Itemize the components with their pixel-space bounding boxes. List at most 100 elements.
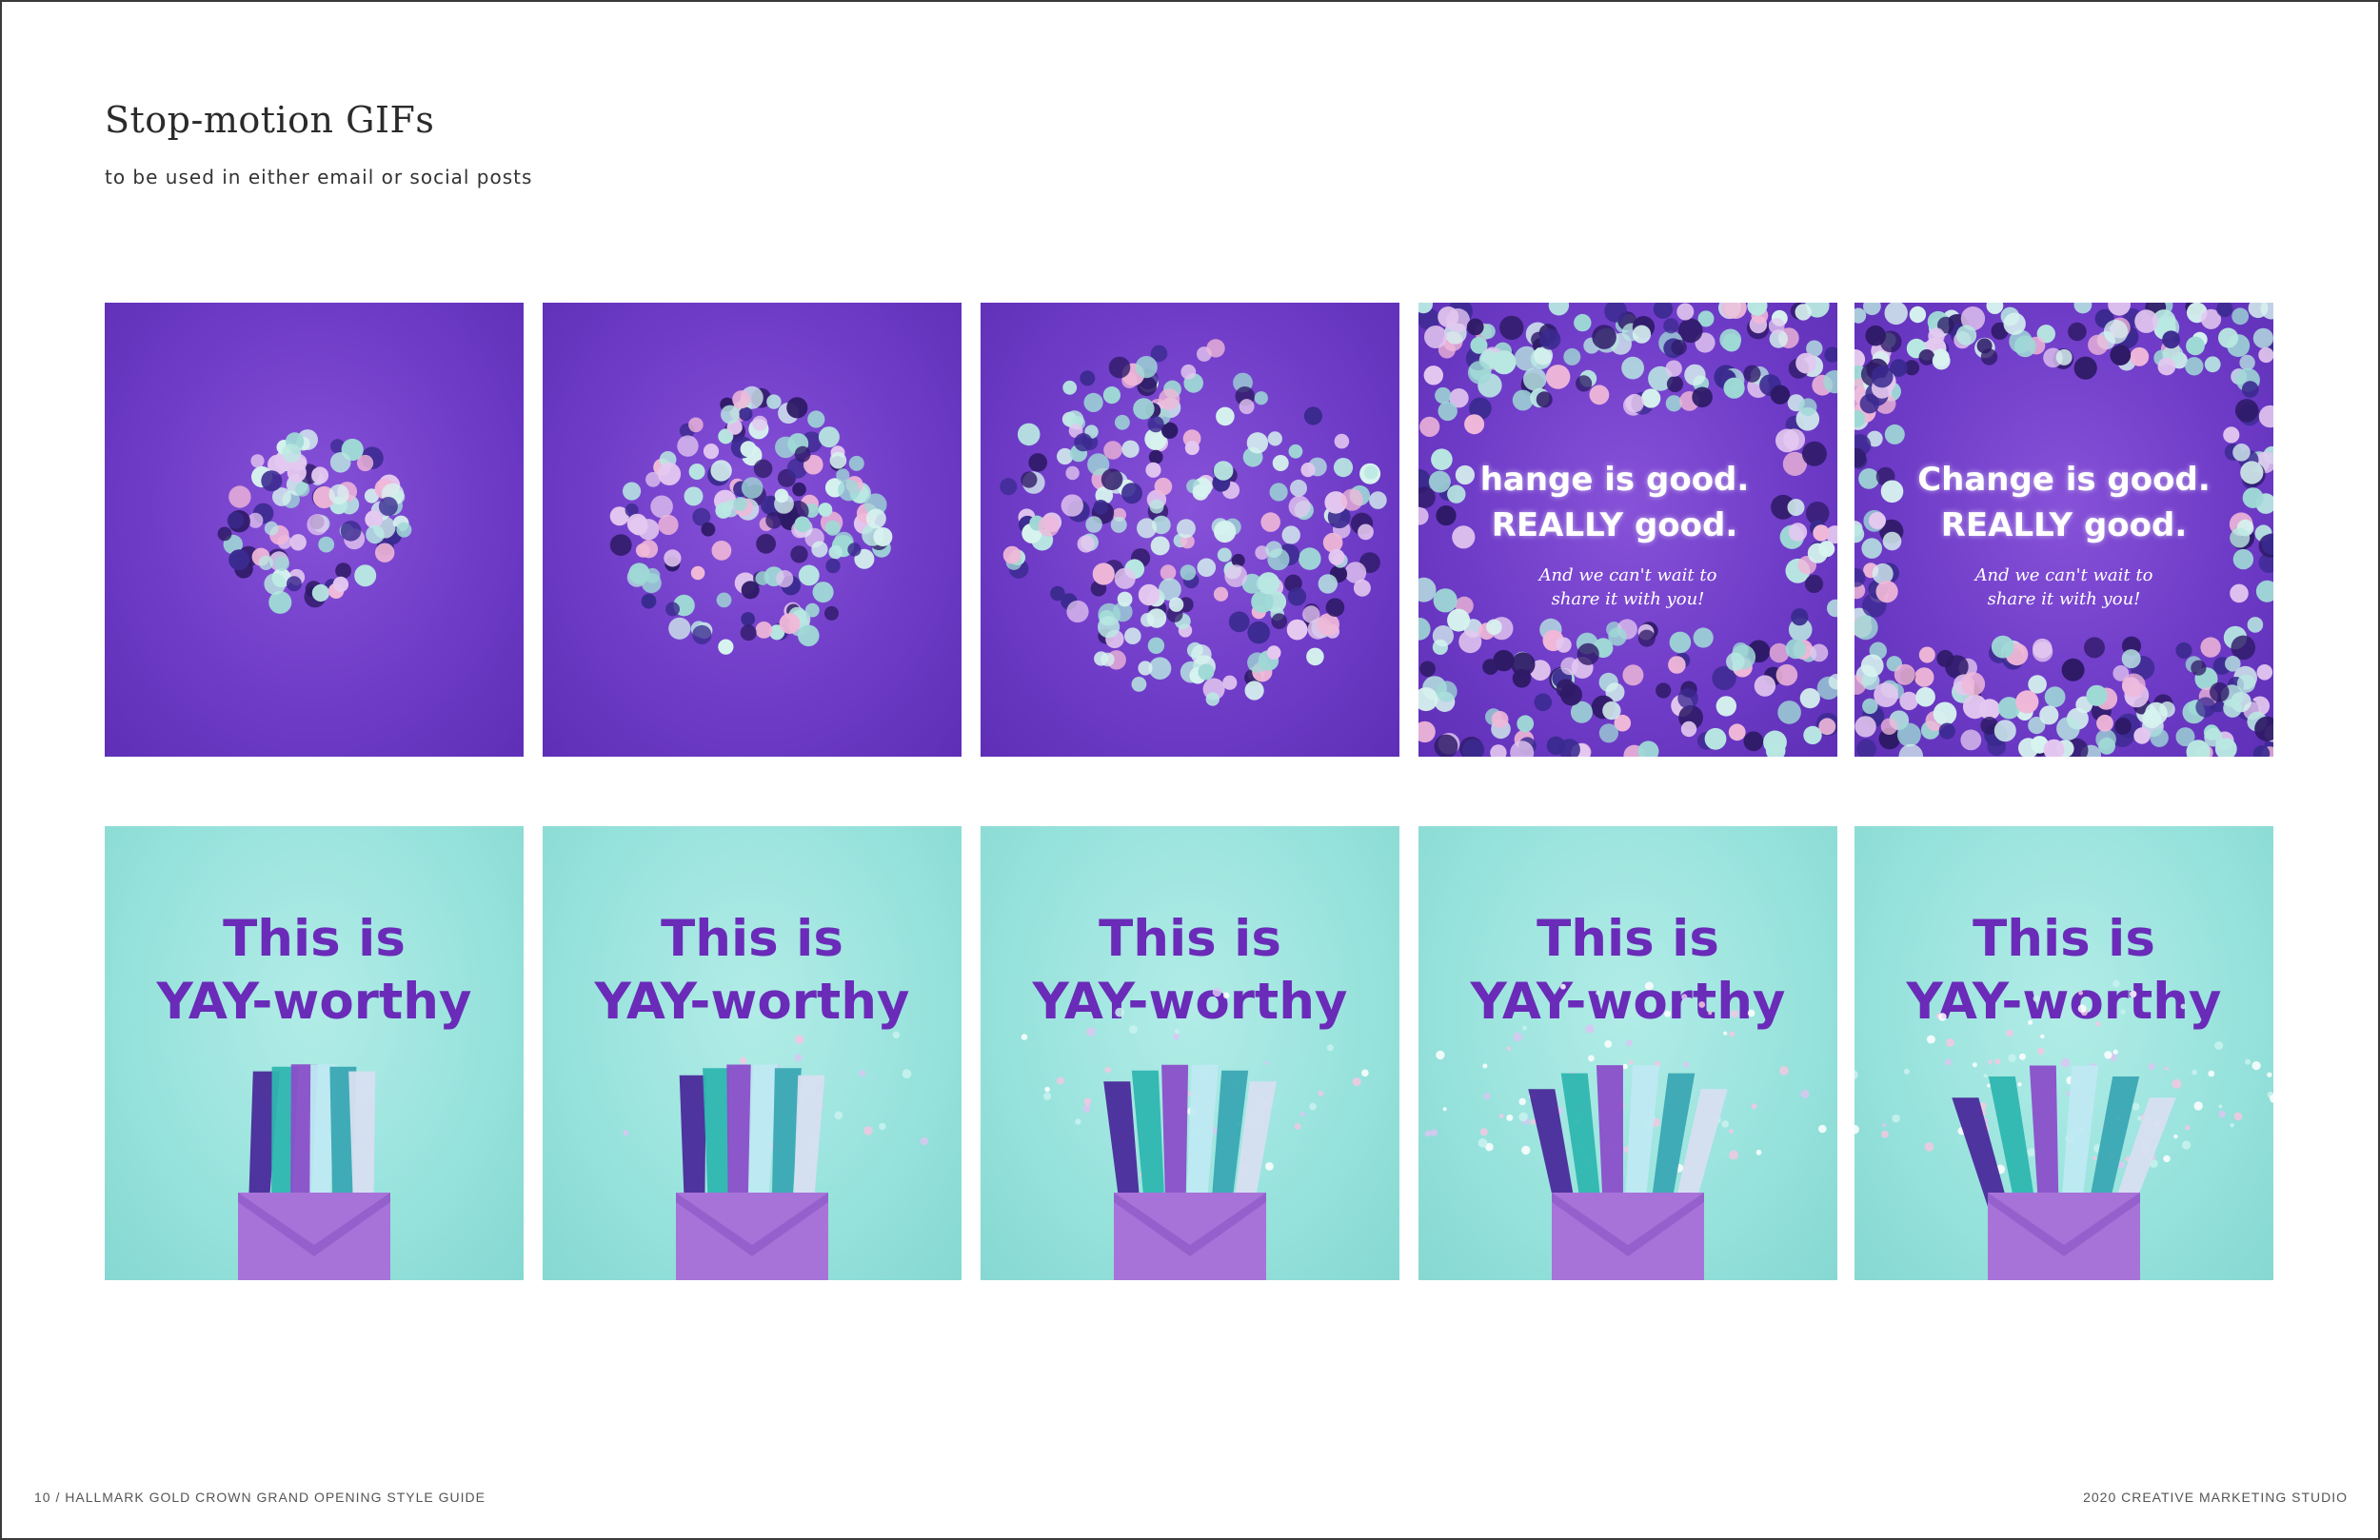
sparkle [1800,1089,1810,1098]
sparkle [863,1126,873,1135]
confetti-dot [1577,642,1599,665]
confetti-dot [1534,693,1553,712]
confetti-dot [1265,541,1282,558]
confetti-dot [1859,393,1880,414]
confetti-dot [1770,385,1791,405]
confetti-dot [798,564,820,586]
confetti-dot [1135,356,1158,379]
confetti-dot [329,452,351,473]
confetti-dot [1254,391,1268,405]
envelope-frame-2: This is YAY-worthy [543,826,962,1280]
confetti-dot [340,521,362,542]
confetti-dot [1914,667,1934,687]
confetti-dot [703,444,720,460]
confetti-dot [2162,330,2180,349]
confetti-dot [2234,399,2259,423]
confetti-dot [740,441,757,458]
confetti-dot [1798,398,1817,416]
confetti-dot [1676,303,1695,321]
confetti-dot [378,497,398,516]
confetti-dot [2084,637,2105,659]
sparkle [1506,1046,1512,1052]
confetti-dot [1918,646,1935,663]
confetti-dot [1768,318,1785,334]
confetti-dot [623,482,642,501]
envelope-body [238,1193,390,1280]
sparkle [1708,1011,1713,1016]
confetti-dot [2121,673,2146,698]
confetti-dot [721,405,740,424]
confetti-dot [873,527,893,546]
confetti-dot [1247,652,1268,673]
confetti-dot [1447,608,1471,632]
confetti-dot [609,534,632,556]
confetti-dot [2055,348,2073,365]
confetti-dot [1281,525,1300,544]
confetti-dot [1159,388,1180,410]
confetti-dot [282,444,302,464]
sparkle [1318,1090,1324,1096]
confetti-dot [2185,357,2204,376]
confetti-dot [2134,309,2158,333]
sparkle [1115,1007,1125,1017]
confetti-dot [1795,352,1816,374]
confetti-dot [1328,548,1345,565]
confetti-dot [1205,692,1220,706]
confetti-dot [264,521,279,536]
confetti-dot [1962,694,1988,720]
confetti-dot [1246,432,1269,454]
sparkle [2112,979,2120,988]
sparkle [1755,1149,1762,1155]
confetti-dot [668,617,691,640]
confetti-dot [798,624,820,647]
sparkle [1681,994,1688,1000]
confetti-dot [1290,479,1307,497]
confetti-dot [2056,717,2080,740]
sparkle [2173,1134,2178,1139]
sparkle [1265,1060,1270,1065]
sparkle [1442,1107,1447,1112]
sparkle [1622,1063,1628,1070]
sparkle [1521,1145,1531,1155]
confetti-dot [756,533,776,554]
confetti-dot [1874,682,1898,707]
confetti-dot [1637,740,1659,757]
sparkle [2218,1104,2223,1109]
confetti-dot [1854,615,1878,641]
confetti-dot [2061,658,2085,681]
sparkle [859,1070,866,1077]
sparkle [2180,1003,2187,1010]
sparkle [1903,1068,1910,1075]
confetti-dot [733,497,748,511]
confetti-dot [1854,716,1876,738]
confetti-dot [2247,617,2264,633]
confetti-dot [2086,684,2108,706]
tagline-line-2: share it with you! [1987,589,2141,609]
confetti-dot [1150,536,1170,556]
sparkle [2037,1047,2045,1056]
confetti-dot [1108,356,1131,379]
confetti-dot [1000,478,1018,496]
confetti-dot [1991,635,2014,659]
confetti-dot [1083,392,1103,412]
sparkle [1881,1130,1889,1138]
confetti-dot [2110,345,2132,365]
tagline-line-1: And we can't wait to [1538,565,1717,585]
confetti-dot [2236,674,2256,693]
confetti-dot [1222,675,1238,690]
envelope-frame-3: This is YAY-worthy [981,826,1399,1280]
confetti-dot [1168,597,1184,612]
confetti-dot [227,511,245,529]
confetti-dot [1197,558,1217,578]
confetti-dot [328,484,349,504]
sparkle [1664,1010,1672,1017]
confetti-dot [2003,312,2026,335]
sparkle [1625,1039,1633,1047]
confetti-dot [688,464,705,480]
sparkle [1483,1093,1491,1100]
confetti-dot [1775,663,1798,686]
envelope-illustration [1424,981,1827,1280]
confetti-dot [1512,669,1532,688]
sparkle [2008,1054,2016,1062]
confetti-dot [1693,627,1714,648]
